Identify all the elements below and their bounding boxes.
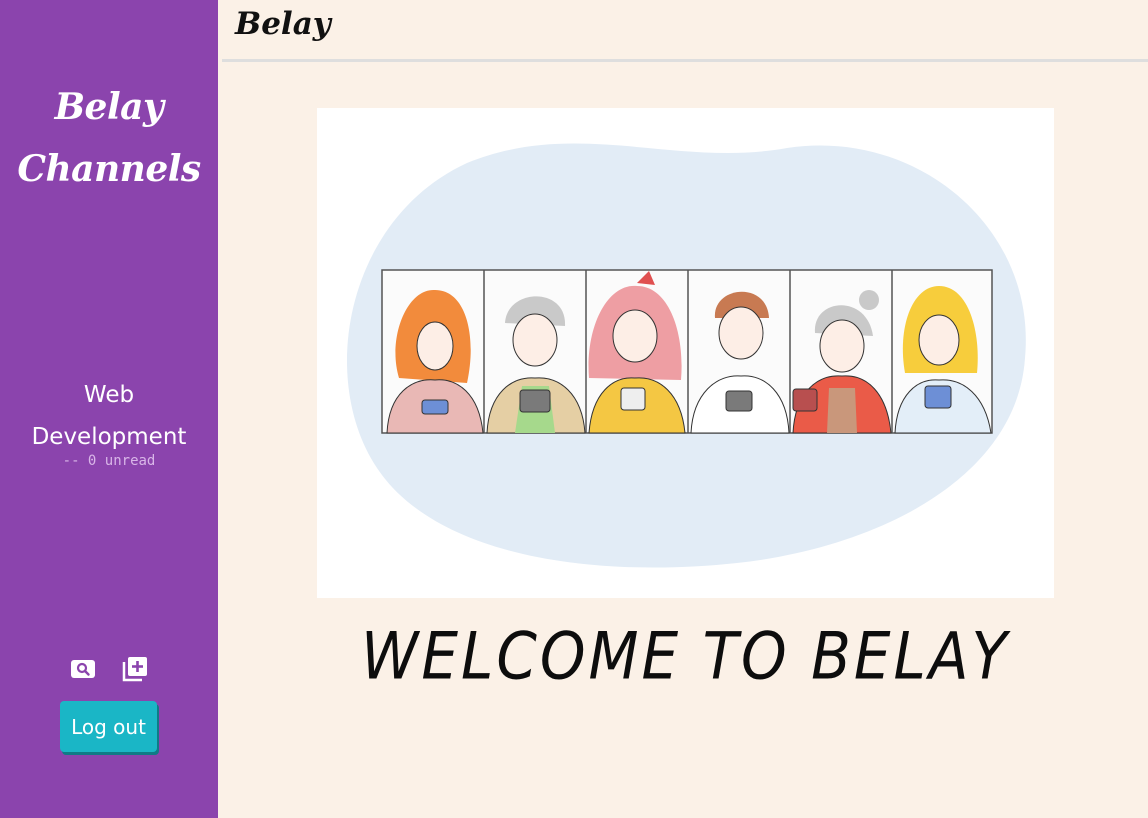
sidebar-title-line2: Channels [17,148,201,190]
add-channel-icon [122,657,147,682]
channel-item-web-development[interactable]: Web Development -- 0 unread [0,374,218,468]
welcome-illustration [317,108,1054,598]
add-channel-button[interactable] [121,655,149,683]
sidebar-title: Belay Channels [0,76,218,200]
page-title: Belay [235,6,331,42]
channel-name-line1: Web [83,382,135,408]
header: Belay [222,0,1148,62]
sidebar: Belay Channels Web Development -- 0 unre… [0,0,218,818]
channel-name-line2: Development [31,424,187,450]
sidebar-actions [0,655,218,683]
welcome-text: WELCOME TO BELAY [361,617,1010,695]
people-with-phones-illustration [347,143,1026,568]
search-icon [71,660,95,678]
search-channels-button[interactable] [69,655,97,683]
channel-name: Web Development [0,374,218,458]
sidebar-title-line1: Belay [54,86,164,128]
logout-button[interactable]: Log out [60,701,157,752]
